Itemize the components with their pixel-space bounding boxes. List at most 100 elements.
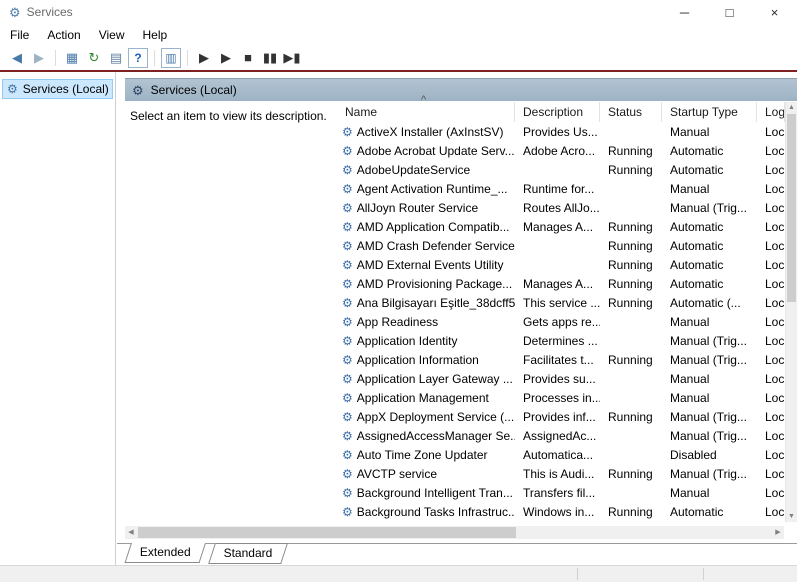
scroll-left-icon[interactable]: ◀ <box>125 526 137 539</box>
stop-service-icon[interactable]: ■ <box>238 48 258 68</box>
service-log-on-as: Loc... <box>765 257 785 272</box>
horizontal-scrollbar[interactable]: ◀ ▶ <box>125 526 784 539</box>
scroll-up-icon[interactable]: ▲ <box>786 102 797 113</box>
tab-label: Standard <box>223 546 273 560</box>
tab-extended[interactable]: Extended <box>124 543 206 563</box>
refresh-icon[interactable]: ↻ <box>84 48 104 68</box>
service-startup-type: Manual (Trig... <box>670 428 747 443</box>
horizontal-scroll-thumb[interactable] <box>138 527 516 538</box>
service-log-on-as: Loc... <box>765 466 785 481</box>
back-icon[interactable]: ◀ <box>7 48 27 68</box>
service-description: Manages A... <box>523 276 594 291</box>
service-gear-icon: ⚙ <box>342 200 353 215</box>
forward-icon[interactable]: ▶ <box>29 48 49 68</box>
service-log-on-as: Loc... <box>765 504 785 519</box>
service-log-on-as: Loc... <box>765 371 785 386</box>
table-row[interactable]: ⚙ Background Intelligent Tran... Transfe… <box>337 483 785 502</box>
show-description-icon[interactable]: ▥ <box>161 47 181 68</box>
table-row[interactable]: ⚙ AppX Deployment Service (... Provides … <box>337 407 785 426</box>
service-startup-type: Automatic <box>670 257 724 272</box>
table-row[interactable]: ⚙ Background Tasks Infrastruc... Windows… <box>337 502 785 521</box>
table-row[interactable]: ⚙ AMD Provisioning Package... Manages A.… <box>337 274 785 293</box>
column-header-description[interactable]: Description <box>515 102 600 122</box>
service-gear-icon: ⚙ <box>342 238 353 253</box>
column-header-status[interactable]: Status <box>600 102 662 122</box>
service-description: Automatica... <box>523 447 594 462</box>
console-tree-pane: ⚙ Services (Local) <box>0 72 116 565</box>
table-row[interactable]: ⚙ Application Information Facilitates t.… <box>337 350 785 369</box>
sort-ascending-indicator: ^ <box>421 94 427 106</box>
service-name: Application Layer Gateway ... <box>356 371 513 386</box>
service-name: Background Tasks Infrastruc... <box>356 504 515 519</box>
table-row[interactable]: ⚙ AMD External Events Utility Running Au… <box>337 255 785 274</box>
minimize-button[interactable]: ─ <box>662 0 707 24</box>
table-row[interactable]: ⚙ AssignedAccessManager Se... AssignedAc… <box>337 426 785 445</box>
service-startup-type: Manual <box>670 390 710 405</box>
show-console-tree-icon[interactable]: ▦ <box>62 48 82 68</box>
menu-action[interactable]: Action <box>38 26 89 44</box>
tree-item-services-local[interactable]: ⚙ Services (Local) <box>2 79 113 99</box>
service-description: Processes in... <box>523 390 600 405</box>
service-log-on-as: Loc... <box>765 219 785 234</box>
vertical-scroll-thumb[interactable] <box>787 114 796 302</box>
table-row[interactable]: ⚙ AdobeUpdateService Running Automatic L… <box>337 160 785 179</box>
services-gear-icon: ⚙ <box>7 82 18 96</box>
statusbar-divider <box>577 568 578 580</box>
table-header: ^ Name Description Status Startup Type L… <box>337 94 785 122</box>
menubar: File Action View Help <box>0 24 797 45</box>
column-header-startup-type[interactable]: Startup Type <box>662 102 757 122</box>
table-row[interactable]: ⚙ Agent Activation Runtime_... Runtime f… <box>337 179 785 198</box>
column-header-log-on-as[interactable]: Log <box>757 102 785 122</box>
table-row[interactable]: ⚙ AllJoyn Router Service Routes AllJo...… <box>337 198 785 217</box>
service-name: AssignedAccessManager Se... <box>356 428 515 443</box>
table-row[interactable]: ⚙ ActiveX Installer (AxInstSV) Provides … <box>337 122 785 141</box>
scroll-right-icon[interactable]: ▶ <box>772 526 784 539</box>
toolbar-separator <box>154 49 155 66</box>
service-description: Provides su... <box>523 371 596 386</box>
menu-file[interactable]: File <box>1 26 38 44</box>
resume-service-icon[interactable]: ▶ <box>216 48 236 68</box>
pane-header-title: Services (Local) <box>150 83 237 97</box>
service-status: Running <box>608 504 653 519</box>
menu-help[interactable]: Help <box>134 26 177 44</box>
service-startup-type: Manual (Trig... <box>670 352 747 367</box>
services-pane: ⚙ Services (Local) Select an item to vie… <box>117 72 797 565</box>
table-row[interactable]: ⚙ AMD Application Compatib... Manages A.… <box>337 217 785 236</box>
titlebar: ⚙ Services ─ □ × <box>0 0 797 24</box>
table-row[interactable]: ⚙ Application Management Processes in...… <box>337 388 785 407</box>
table-row[interactable]: ⚙ Application Layer Gateway ... Provides… <box>337 369 785 388</box>
service-description: Facilitates t... <box>523 352 594 367</box>
scroll-down-icon[interactable]: ▼ <box>786 511 797 522</box>
service-startup-type: Disabled <box>670 447 717 462</box>
table-row[interactable]: ⚙ Ana Bilgisayarı Eşitle_38dcff5 This se… <box>337 293 785 312</box>
maximize-button[interactable]: □ <box>707 0 752 24</box>
service-log-on-as: Loc... <box>765 485 785 500</box>
service-description: Determines ... <box>523 333 598 348</box>
service-status: Running <box>608 162 653 177</box>
table-row[interactable]: ⚙ Adobe Acrobat Update Serv... Adobe Acr… <box>337 141 785 160</box>
restart-service-icon[interactable]: ▶▮ <box>282 48 302 68</box>
table-row[interactable]: ⚙ Application Identity Determines ... Ma… <box>337 331 785 350</box>
help-icon[interactable]: ? <box>128 47 148 68</box>
table-row[interactable]: ⚙ AVCTP service This is Audi... Running … <box>337 464 785 483</box>
menu-view[interactable]: View <box>90 26 134 44</box>
service-status: Running <box>608 219 653 234</box>
service-gear-icon: ⚙ <box>342 504 353 519</box>
service-name: AMD Provisioning Package... <box>356 276 513 291</box>
table-row[interactable]: ⚙ App Readiness Gets apps re... Manual L… <box>337 312 785 331</box>
tab-standard[interactable]: Standard <box>208 543 288 564</box>
table-row[interactable]: ⚙ Auto Time Zone Updater Automatica... D… <box>337 445 785 464</box>
start-service-icon[interactable]: ▶ <box>194 48 214 68</box>
service-log-on-as: Loc... <box>765 276 785 291</box>
service-gear-icon: ⚙ <box>342 295 353 310</box>
table-row[interactable]: ⚙ AMD Crash Defender Service Running Aut… <box>337 236 785 255</box>
service-status: Running <box>608 295 653 310</box>
close-button[interactable]: × <box>752 0 797 24</box>
vertical-scrollbar[interactable]: ▲ ▼ <box>785 102 797 522</box>
export-list-icon[interactable]: ▤ <box>106 48 126 68</box>
toolbar-separator <box>187 49 188 66</box>
service-status: Running <box>608 352 653 367</box>
pause-service-icon[interactable]: ▮▮ <box>260 48 280 68</box>
service-description: Routes AllJo... <box>523 200 600 215</box>
statusbar-divider <box>703 568 704 580</box>
